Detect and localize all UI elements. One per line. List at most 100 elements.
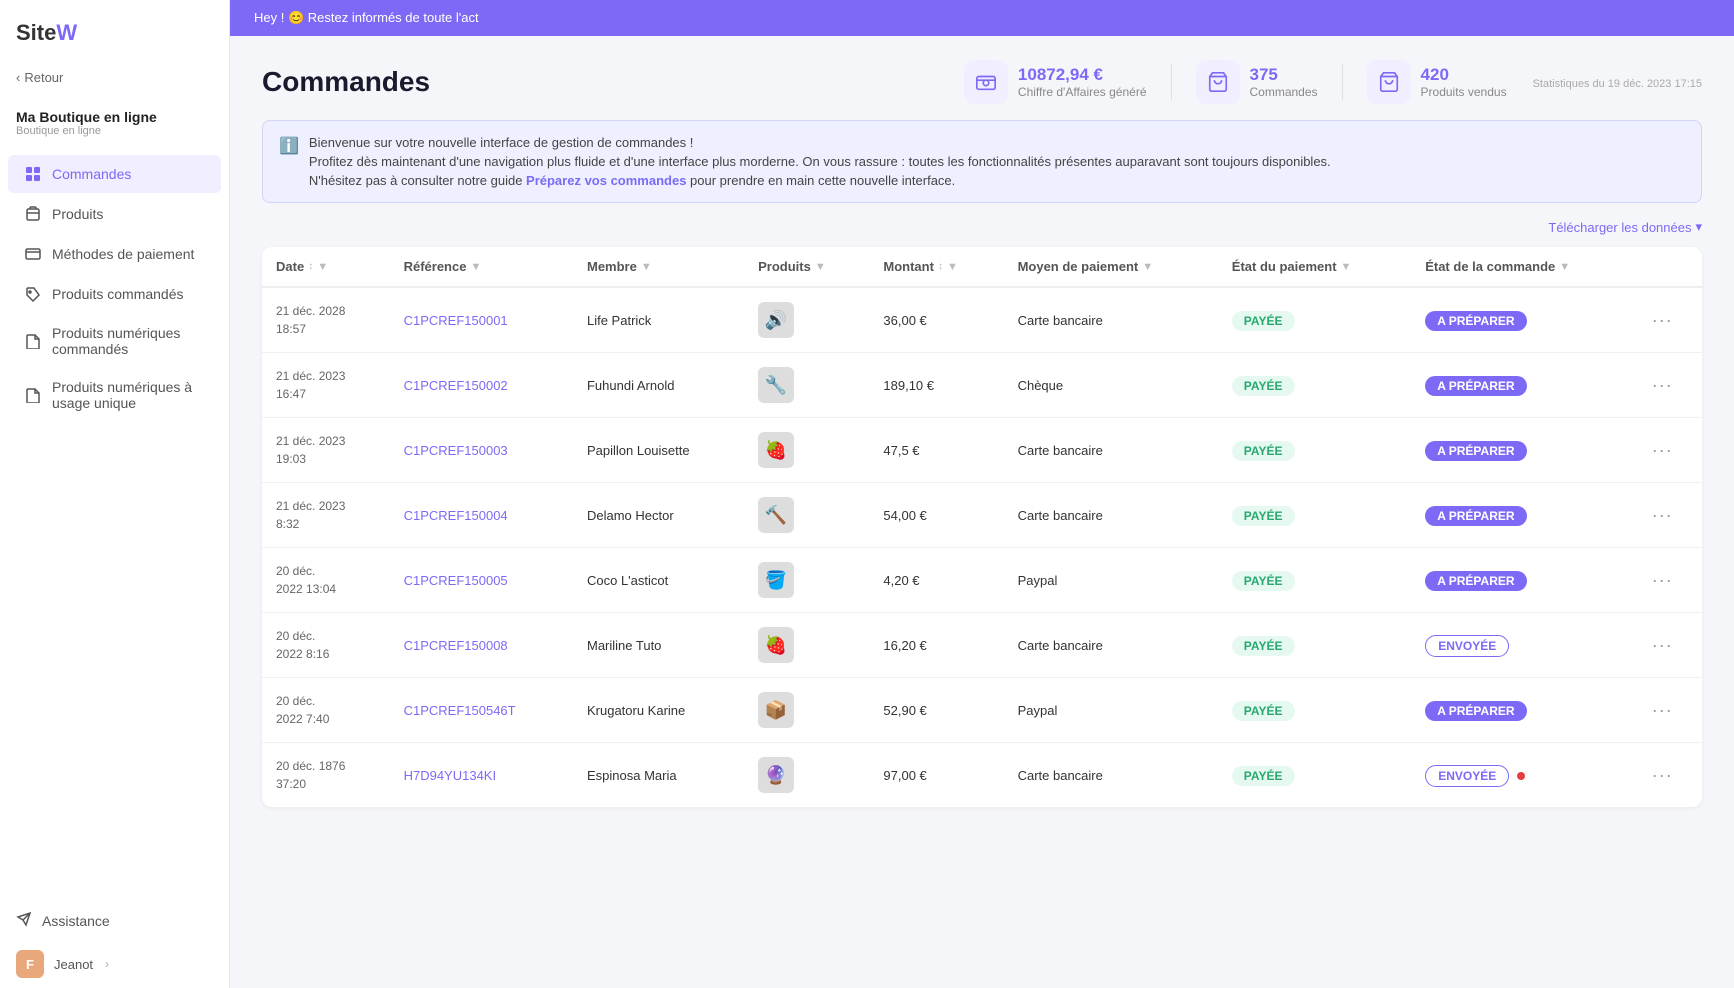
cell-more: ··· [1638,353,1702,418]
col-membre: Membre ▼ [573,247,744,287]
stat-label-commandes: Commandes [1250,85,1318,99]
reference-link[interactable]: C1PCREF150001 [404,313,508,328]
nav-label-produits-commandes: Produits commandés [52,286,184,302]
more-actions-button[interactable]: ··· [1652,635,1673,656]
filter-produits-icon[interactable]: ▼ [815,261,826,273]
filter-ref-icon[interactable]: ▼ [470,261,481,273]
cell-membre: Krugatoru Karine [573,678,744,743]
stat-value-ca: 10872,94 € [1018,65,1147,85]
cell-reference: H7D94YU134KI [390,743,573,808]
product-thumbnail: 🔨 [758,497,794,533]
table-row: 20 déc.2022 13:04 C1PCREF150005 Coco L'a… [262,548,1702,613]
page-header: Commandes 10872,94 € Chiffre d'Affaires … [230,36,1734,120]
cell-date: 21 déc. 202316:47 [262,353,390,418]
more-actions-button[interactable]: ··· [1652,765,1673,786]
col-reference: Référence ▼ [390,247,573,287]
sidebar-item-paiements[interactable]: Méthodes de paiement [8,235,221,273]
cell-montant: 16,20 € [869,613,1003,678]
sidebar-item-produits-numeriques-unique[interactable]: Produits numériques à usage unique [8,369,221,421]
reference-link[interactable]: C1PCREF150546T [404,703,516,718]
download-button[interactable]: Télécharger les données ▾ [1548,219,1702,235]
more-actions-button[interactable]: ··· [1652,505,1673,526]
more-actions-button[interactable]: ··· [1652,700,1673,721]
more-actions-button[interactable]: ··· [1652,440,1673,461]
nav-label-produits-numeriques-unique: Produits numériques à usage unique [52,379,205,411]
cash-icon [964,60,1008,104]
cell-membre: Fuhundi Arnold [573,353,744,418]
sort-montant-icon[interactable]: ↕ [938,261,943,272]
cell-produit: 🍓 [744,418,869,483]
tag-icon [24,285,42,303]
sidebar-item-commandes[interactable]: Commandes [8,155,221,193]
cell-more: ··· [1638,287,1702,353]
cell-membre: Life Patrick [573,287,744,353]
page-title: Commandes [262,66,430,98]
cell-more: ··· [1638,548,1702,613]
cell-etat-paiement: PAYÉE [1218,287,1411,353]
reference-link[interactable]: C1PCREF150005 [404,573,508,588]
user-name: Jeanot [54,957,93,972]
cell-montant: 4,20 € [869,548,1003,613]
stat-label-ca: Chiffre d'Affaires généré [1018,85,1147,99]
cell-membre: Delamo Hector [573,483,744,548]
cell-reference: C1PCREF150003 [390,418,573,483]
box-icon [24,205,42,223]
paid-badge: PAYÉE [1232,766,1295,786]
sidebar-item-produits-numeriques[interactable]: Produits numériques commandés [8,315,221,367]
cell-produit: 🪣 [744,548,869,613]
sidebar: SiteW ‹ Retour Ma Boutique en ligne Bout… [0,0,230,988]
nav-label-paiements: Méthodes de paiement [52,246,194,262]
filter-etat-commande-icon[interactable]: ▼ [1559,261,1570,273]
stats-row: 10872,94 € Chiffre d'Affaires généré 375… [964,60,1702,104]
col-date: Date ↕ ▼ [262,247,390,287]
more-actions-button[interactable]: ··· [1652,310,1673,331]
col-moyen-paiement: Moyen de paiement ▼ [1004,247,1218,287]
more-actions-button[interactable]: ··· [1652,570,1673,591]
table-row: 21 déc. 20238:32 C1PCREF150004 Delamo He… [262,483,1702,548]
filter-membre-icon[interactable]: ▼ [641,261,652,273]
cell-membre: Coco L'asticot [573,548,744,613]
reference-link[interactable]: C1PCREF150002 [404,378,508,393]
cell-more: ··· [1638,678,1702,743]
chevron-right-icon: › [105,957,109,971]
commande-status-badge: A PRÉPARER [1425,441,1526,461]
commande-status-badge: A PRÉPARER [1425,376,1526,396]
cell-paiement: Carte bancaire [1004,287,1218,353]
col-actions [1638,247,1702,287]
cell-montant: 97,00 € [869,743,1003,808]
cell-membre: Espinosa Maria [573,743,744,808]
more-actions-button[interactable]: ··· [1652,375,1673,396]
commande-status-badge: ENVOYÉE [1425,635,1509,657]
cell-montant: 47,5 € [869,418,1003,483]
filter-date-icon[interactable]: ▼ [317,261,328,273]
commande-status-badge: ENVOYÉE [1425,765,1509,787]
filter-montant-icon[interactable]: ▼ [947,261,958,273]
filter-etat-paiement-icon[interactable]: ▼ [1341,261,1352,273]
back-button[interactable]: ‹ Retour [0,62,229,101]
stat-value-produits: 420 [1421,65,1507,85]
filter-moyen-paiement-icon[interactable]: ▼ [1142,261,1153,273]
info-guide-link[interactable]: Préparez vos commandes [526,173,686,188]
reference-link[interactable]: H7D94YU134KI [404,768,497,783]
assistance-item[interactable]: Assistance [0,901,229,940]
stat-chiffre-affaires: 10872,94 € Chiffre d'Affaires généré [964,60,1147,104]
send-icon [16,911,32,930]
sort-date-icon[interactable]: ↕ [308,261,313,272]
reference-link[interactable]: C1PCREF150003 [404,443,508,458]
commande-status-badge: A PRÉPARER [1425,701,1526,721]
shop-info: Ma Boutique en ligne Boutique en ligne [0,101,229,145]
avatar: F [16,950,44,978]
user-menu[interactable]: F Jeanot › [0,940,229,988]
chevron-down-icon: ▾ [1695,219,1702,235]
reference-link[interactable]: C1PCREF150008 [404,638,508,653]
chevron-left-icon: ‹ [16,70,20,85]
cell-date: 20 déc. 187637:20 [262,743,390,808]
stats-date: Statistiques du 19 déc. 2023 17:15 [1533,78,1702,90]
orders-table-area: Télécharger les données ▾ Date ↕ ▼ [230,219,1734,839]
cell-date: 20 déc.2022 8:16 [262,613,390,678]
sidebar-item-produits[interactable]: Produits [8,195,221,233]
cell-etat-paiement: PAYÉE [1218,743,1411,808]
paid-badge: PAYÉE [1232,506,1295,526]
sidebar-item-produits-commandes[interactable]: Produits commandés [8,275,221,313]
reference-link[interactable]: C1PCREF150004 [404,508,508,523]
